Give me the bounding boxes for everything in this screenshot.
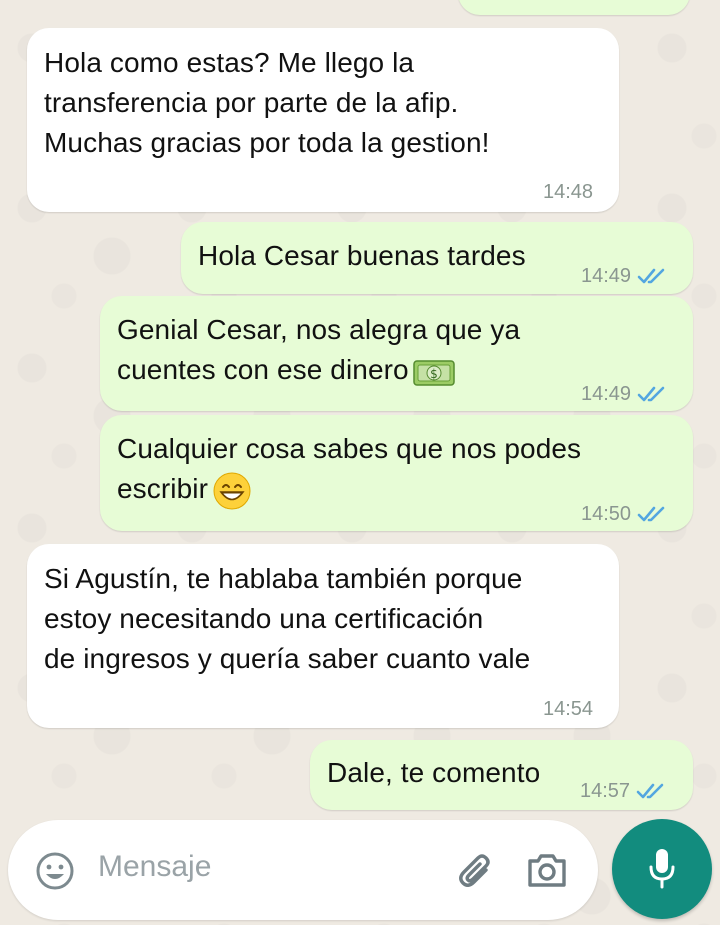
message-input[interactable]: Mensaje <box>98 850 211 884</box>
message-bubble-outgoing[interactable]: Genial Cesar, nos alegra que ya cuentes … <box>100 296 693 411</box>
message-time: 14:49 <box>581 265 632 287</box>
message-text: Genial Cesar, nos alegra que ya cuentes … <box>117 310 520 390</box>
message-bubble-incoming[interactable]: Hola como estas? Me llego la transferenc… <box>27 28 619 212</box>
message-bubble-outgoing[interactable]: Cualquier cosa sabes que nos podes escri… <box>100 415 693 531</box>
camera-icon[interactable] <box>526 851 568 889</box>
read-ticks-icon <box>637 268 665 284</box>
message-time: 14:54 <box>543 698 594 720</box>
message-text: Si Agustín, te hablaba también porque es… <box>44 563 531 674</box>
message-text: Hola como estas? Me llego la transferenc… <box>44 47 490 158</box>
emoji-icon[interactable] <box>35 851 75 891</box>
message-text: Dale, te comento <box>327 757 541 788</box>
message-bubble-incoming[interactable]: Si Agustín, te hablaba también porque es… <box>27 544 619 728</box>
read-ticks-icon <box>637 386 665 402</box>
mic-icon <box>649 849 675 889</box>
svg-text:$: $ <box>430 367 438 381</box>
message-time: 14:49 <box>581 383 632 405</box>
message-input-bar[interactable]: Mensaje <box>8 820 598 920</box>
mic-button[interactable] <box>612 819 712 919</box>
money-emoji-icon: $ <box>412 359 455 386</box>
attach-icon[interactable] <box>456 852 496 892</box>
message-time: 14:57 <box>580 780 631 802</box>
message-text: Hola Cesar buenas tardes <box>198 240 526 271</box>
read-ticks-icon <box>637 506 665 522</box>
message-bubble-outgoing[interactable]: Dale, te comento 14:57 <box>310 740 693 810</box>
message-text: Cualquier cosa sabes que nos podes escri… <box>117 429 581 511</box>
message-bubble-outgoing[interactable]: Hola Cesar buenas tardes 14:49 <box>181 222 693 294</box>
read-ticks-icon <box>636 783 664 799</box>
message-bubble-partial <box>458 0 690 15</box>
message-time: 14:50 <box>581 503 632 525</box>
grinning-emoji-icon <box>213 472 251 510</box>
message-time: 14:48 <box>543 181 594 203</box>
